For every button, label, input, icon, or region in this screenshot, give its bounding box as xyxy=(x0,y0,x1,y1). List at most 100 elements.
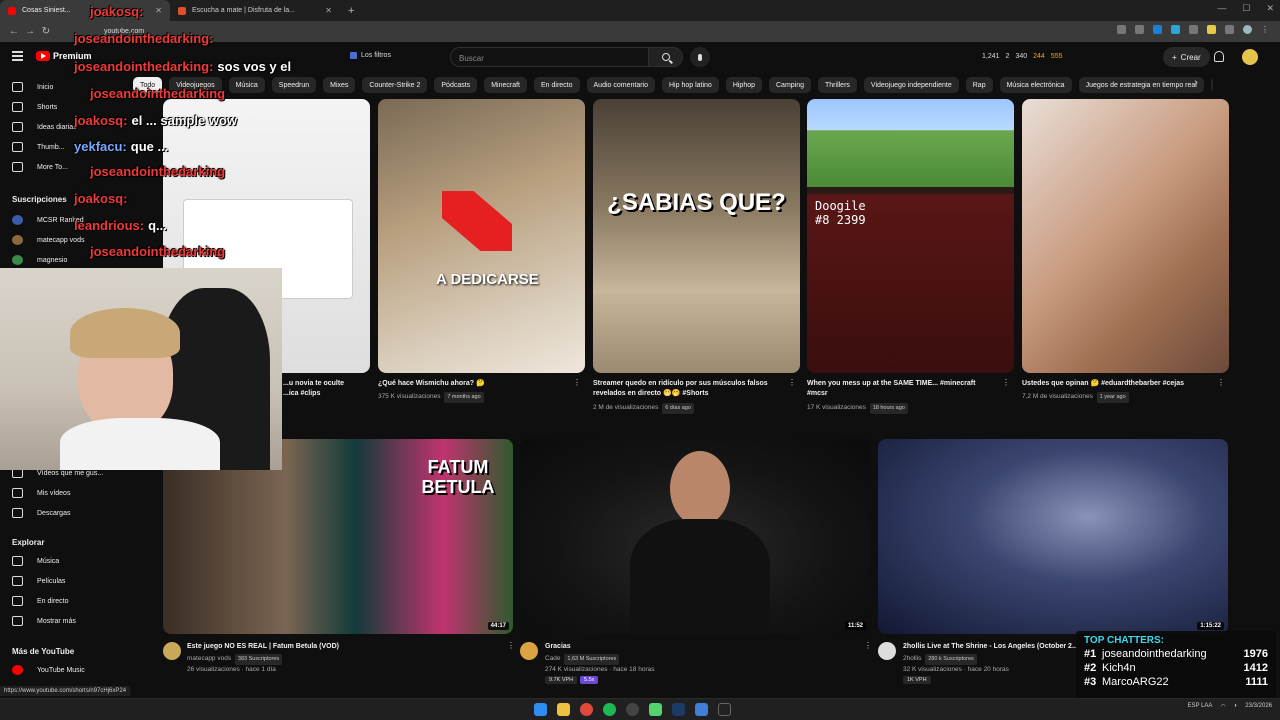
chip-6[interactable]: Pódcasts xyxy=(434,77,478,93)
extension-icon[interactable] xyxy=(1117,25,1126,34)
short-title[interactable]: Ustedes que opinan 🤔 #eduardthebarber #c… xyxy=(1022,379,1212,389)
youtube-logo[interactable]: Premium xyxy=(36,51,92,61)
menu-dots-icon[interactable]: ⋮ xyxy=(1261,25,1270,34)
channel-avatar[interactable] xyxy=(163,642,181,660)
volume-icon[interactable]: ◖ xyxy=(1234,703,1238,710)
reload-icon[interactable]: ↻ xyxy=(38,26,54,37)
video-title[interactable]: Gracias xyxy=(545,642,855,652)
chip-0[interactable]: Todo xyxy=(133,77,163,93)
extension-icon[interactable] xyxy=(1171,25,1180,34)
sidebar-item-home[interactable]: Inicio xyxy=(12,82,53,92)
sidebar-item-more-tools[interactable]: More To... xyxy=(12,162,68,172)
chip-17[interactable]: Juegos de estrategia en tiempo real xyxy=(1078,77,1204,93)
close-tab-icon[interactable]: ✕ xyxy=(325,6,332,15)
video-thumbnail[interactable]: 11:52 xyxy=(520,439,870,634)
sidebar-item-ideas[interactable]: Ideas diarias xyxy=(12,122,77,132)
minimize-icon[interactable]: — xyxy=(1217,3,1226,14)
extension-icon[interactable] xyxy=(1189,25,1198,34)
more-options-icon[interactable]: ⋮ xyxy=(573,379,581,387)
notepad-icon[interactable] xyxy=(695,703,708,716)
chip-11[interactable]: Hiphop xyxy=(725,77,762,93)
browser-tab-youtube[interactable]: Cosas Siniest... ✕ xyxy=(0,0,170,21)
chip-12[interactable]: Camping xyxy=(769,77,812,93)
more-options-icon[interactable]: ⋮ xyxy=(788,379,796,387)
file-explorer-icon[interactable] xyxy=(557,703,570,716)
chip-5[interactable]: Counter-Strike 2 xyxy=(362,77,428,93)
search-button[interactable] xyxy=(648,48,682,66)
chip-4[interactable]: Mixes xyxy=(323,77,356,93)
voice-search-button[interactable] xyxy=(690,47,710,67)
sidebar-item-music[interactable]: Música xyxy=(12,556,59,566)
profile-icon[interactable] xyxy=(1243,25,1252,34)
channel-avatar[interactable] xyxy=(878,642,896,660)
more-options-icon[interactable]: ⋮ xyxy=(864,642,872,650)
chip-8[interactable]: En directo xyxy=(533,77,580,93)
sidebar-item-movies[interactable]: Películas xyxy=(12,576,65,586)
sidebar-item-youtube-music[interactable]: YouTube Music xyxy=(12,665,85,675)
subscriptions-header[interactable]: Suscripciones xyxy=(12,195,67,204)
sidebar-item-my-videos[interactable]: Mis vídeos xyxy=(12,488,70,498)
extensions-puzzle-icon[interactable] xyxy=(1225,25,1234,34)
wifi-icon[interactable]: ◠ xyxy=(1220,703,1225,710)
sidebar-item-downloads[interactable]: Descargas xyxy=(12,508,70,518)
sidebar-item-thumb[interactable]: Thumb... xyxy=(12,142,65,152)
browser-tab-music[interactable]: Escucha a mate | Disfruta de la... ✕ xyxy=(170,0,340,21)
sidebar-sub-mcsr[interactable]: MCSR Ranked xyxy=(12,215,84,225)
chip-18[interactable]: Subid xyxy=(1210,77,1213,93)
short-thumbnail[interactable] xyxy=(1022,99,1229,373)
url-field[interactable]: youtube.com xyxy=(104,28,144,35)
back-icon[interactable]: ← xyxy=(6,26,22,37)
chip-16[interactable]: Música electrónica xyxy=(999,77,1072,93)
short-title[interactable]: When you mess up at the SAME TIME... #mi… xyxy=(807,379,997,399)
video-title[interactable]: Este juego NO ES REAL | Fatum Betula (VO… xyxy=(187,642,497,652)
extension-icon[interactable] xyxy=(1207,25,1216,34)
chip-10[interactable]: Hip hop latino xyxy=(662,77,719,93)
chip-7[interactable]: Minecraft xyxy=(484,77,527,93)
more-options-icon[interactable]: ⋮ xyxy=(507,642,515,650)
epic-games-icon[interactable] xyxy=(718,703,731,716)
search-input[interactable] xyxy=(451,49,641,68)
short-title[interactable]: ¿Qué hace Wismichu ahora? 🤔 xyxy=(378,379,568,389)
chrome-icon[interactable] xyxy=(580,703,593,716)
sidebar-sub-magnesio[interactable]: magnesio xyxy=(12,255,67,265)
short-title[interactable]: Streamer quedo en ridículo por sus múscu… xyxy=(593,379,783,399)
create-button[interactable]: + Crear xyxy=(1163,47,1210,67)
more-options-icon[interactable]: ⋮ xyxy=(1217,379,1225,387)
filters-button[interactable]: Los filtros xyxy=(350,52,391,59)
more-options-icon[interactable]: ⋮ xyxy=(1002,379,1010,387)
channel-avatar[interactable] xyxy=(520,642,538,660)
chip-9[interactable]: Audio comentario xyxy=(586,77,655,93)
chip-3[interactable]: Speedrun xyxy=(271,77,317,93)
spotify-icon[interactable] xyxy=(603,703,616,716)
chip-1[interactable]: Videojuegos xyxy=(169,77,222,93)
chip-13[interactable]: Thrillers xyxy=(818,77,857,93)
kick-icon[interactable] xyxy=(649,703,662,716)
close-window-icon[interactable]: ✕ xyxy=(1266,3,1274,14)
account-avatar[interactable] xyxy=(1242,49,1258,65)
short-thumbnail[interactable]: ¿SABIAS QUE? xyxy=(593,99,800,373)
chip-14[interactable]: Videojuego independiente xyxy=(863,77,959,93)
maximize-icon[interactable]: ☐ xyxy=(1242,3,1250,14)
close-tab-icon[interactable]: ✕ xyxy=(155,6,162,15)
menu-icon[interactable] xyxy=(12,51,23,61)
channel-name[interactable]: matecapp vods xyxy=(187,655,231,662)
forward-icon[interactable]: → xyxy=(22,26,38,37)
notifications-bell-icon[interactable] xyxy=(1214,51,1224,62)
extension-icon[interactable] xyxy=(1153,25,1162,34)
short-title[interactable]: ...u novia te oculte ...ica #clips xyxy=(283,379,373,399)
sidebar-item-show-more[interactable]: Mostrar más xyxy=(12,616,76,626)
steam-icon[interactable] xyxy=(672,703,685,716)
new-tab-button[interactable]: + xyxy=(340,5,362,17)
video-thumbnail[interactable]: 1:15:22 xyxy=(878,439,1228,634)
channel-name[interactable]: 2hollis xyxy=(903,655,921,662)
sidebar-sub-matecapp[interactable]: matecapp vods xyxy=(12,235,84,245)
chip-2[interactable]: Música xyxy=(228,77,265,93)
obs-icon[interactable] xyxy=(626,703,639,716)
clock-date[interactable]: 23/3/2026 xyxy=(1245,703,1272,710)
chevron-right-icon[interactable]: › xyxy=(1188,77,1204,93)
language-indicator[interactable]: ESP LAA xyxy=(1188,703,1213,710)
short-thumbnail[interactable]: A DEDICARSE xyxy=(378,99,585,373)
short-thumbnail[interactable]: Doogile #8 2399 xyxy=(807,99,1014,373)
video-title[interactable]: 2hollis Live at The Shrine - Los Angeles… xyxy=(903,642,1083,652)
sidebar-item-live[interactable]: En directo xyxy=(12,596,69,606)
